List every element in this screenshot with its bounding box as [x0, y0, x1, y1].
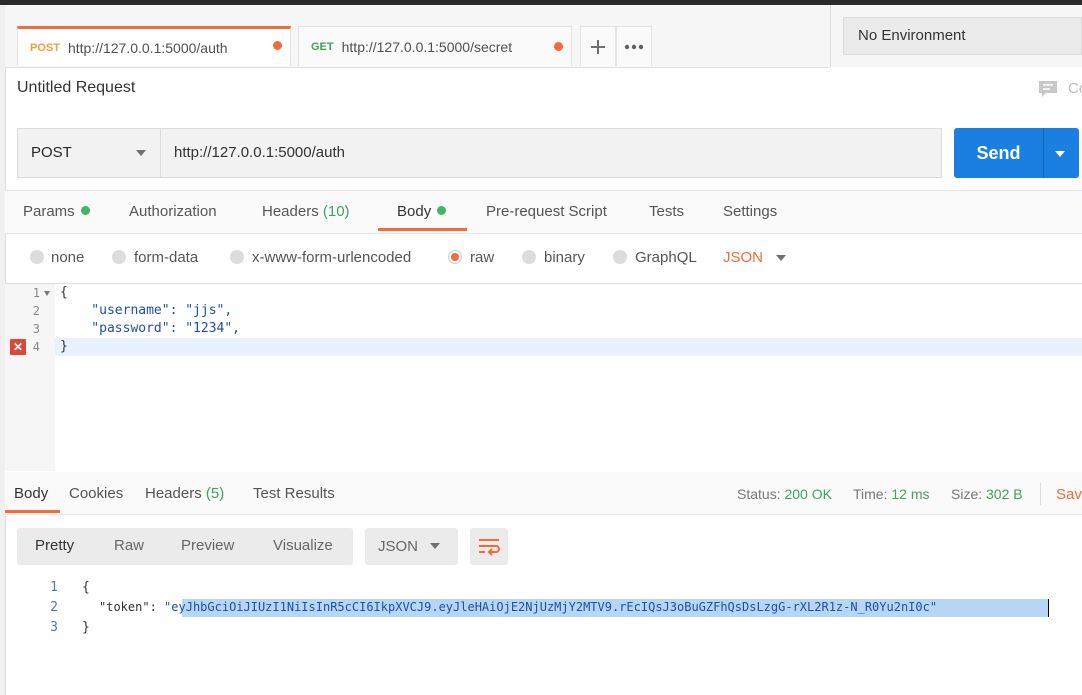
ellipsis-icon [624, 44, 644, 49]
chevron-down-icon [1055, 151, 1065, 157]
code-line: } [60, 339, 68, 354]
radio-form-data[interactable] [112, 250, 126, 264]
text-cursor [1048, 599, 1049, 617]
tab-authorization[interactable]: Authorization [129, 203, 217, 220]
status-dot-icon [80, 206, 90, 215]
active-tab-indicator [378, 228, 467, 231]
time-label: Time: [853, 486, 888, 502]
radio-form-data-label[interactable]: form-data [134, 249, 198, 266]
headers-count: (5) [205, 485, 225, 502]
unsaved-dot-icon [273, 41, 282, 50]
tab-url: http://127.0.0.1:5000/secret [341, 38, 513, 55]
line-number: 1 [32, 286, 40, 300]
plus-icon [591, 39, 605, 54]
line-number: 2 [50, 600, 58, 615]
tab-label: Body [397, 203, 432, 220]
chevron-down-icon [430, 543, 440, 549]
code-line: "password": "1234", [60, 321, 241, 336]
status-value: 200 OK [784, 486, 832, 502]
response-tab-test-results[interactable]: Test Results [253, 485, 335, 502]
divider [1040, 483, 1041, 505]
environment-select[interactable]: No Environment [843, 17, 1082, 55]
json-close-brace: } [82, 620, 90, 635]
tab-url: http://127.0.0.1:5000/auth [67, 39, 228, 56]
response-format-select[interactable]: JSON [365, 528, 458, 565]
response-tab-cookies[interactable]: Cookies [69, 485, 123, 502]
save-response-button[interactable]: Save [1056, 486, 1082, 503]
tab-label: Headers [262, 203, 319, 220]
line-number: 2 [32, 304, 40, 318]
tab-label: Params [23, 203, 75, 220]
comments-label[interactable]: Co [1068, 80, 1082, 97]
view-preview-button[interactable]: Preview [181, 537, 234, 554]
active-tab-indicator [5, 510, 60, 513]
send-button[interactable]: Send [954, 128, 1043, 178]
json-colon: : [149, 600, 165, 614]
chevron-down-icon[interactable] [776, 255, 786, 261]
line-number: 3 [32, 322, 40, 336]
view-visualize-button[interactable]: Visualize [273, 537, 333, 554]
tab-method: GET [311, 40, 334, 53]
radio-urlencoded[interactable] [230, 250, 244, 264]
view-pretty-button[interactable]: Pretty [35, 537, 74, 554]
tab-params[interactable]: Params [23, 203, 90, 220]
response-tab-body[interactable]: Body [14, 485, 48, 502]
radio-none[interactable] [30, 250, 44, 264]
tab-headers[interactable]: Headers (10) [262, 203, 350, 220]
comment-icon[interactable] [1038, 80, 1058, 98]
error-icon: ✕ [10, 339, 26, 355]
view-raw-button[interactable]: Raw [114, 537, 144, 554]
radio-graphql-label[interactable]: GraphQL [635, 249, 697, 266]
token-line[interactable]: "token": "eyJhbGciOiJIUzI1NiIsInR5cCI6Ik… [99, 600, 937, 614]
response-tab-headers[interactable]: Headers (5) [145, 485, 224, 502]
status-dot-icon [437, 206, 447, 215]
radio-graphql[interactable] [613, 250, 627, 264]
size-label: Size: [951, 486, 983, 502]
tab-post-auth[interactable]: POST http://127.0.0.1:5000/auth [17, 26, 291, 66]
time-info: Time: 12 ms [853, 486, 930, 502]
radio-urlencoded-label[interactable]: x-www-form-urlencoded [252, 249, 411, 266]
status-info: Status: 200 OK [737, 486, 832, 502]
tab-method: POST [30, 41, 60, 54]
radio-raw[interactable] [448, 250, 462, 264]
chevron-down-icon [136, 150, 146, 156]
active-line-highlight [55, 338, 1082, 356]
url-input[interactable]: http://127.0.0.1:5000/auth [160, 128, 942, 178]
code-line: { [60, 285, 68, 300]
size-info: Size: 302 B [951, 486, 1023, 502]
unsaved-dot-icon [554, 42, 563, 51]
tab-pre-request-script[interactable]: Pre-request Script [486, 203, 607, 220]
tab-label: Headers [145, 485, 202, 502]
time-value: 12 ms [891, 486, 930, 502]
new-tab-button[interactable] [580, 26, 616, 66]
tab-body[interactable]: Body [397, 203, 447, 220]
radio-binary-label[interactable]: binary [544, 249, 585, 266]
tab-settings[interactable]: Settings [723, 203, 777, 220]
line-number: 1 [50, 580, 58, 595]
radio-binary[interactable] [522, 250, 536, 264]
json-open-brace: { [82, 580, 90, 595]
radio-none-label[interactable]: none [51, 249, 84, 266]
size-value: 302 B [986, 486, 1023, 502]
status-label: Status: [737, 486, 781, 502]
wrap-lines-icon [479, 539, 500, 556]
fold-icon[interactable] [44, 291, 50, 296]
json-key: "token" [99, 600, 150, 614]
more-tabs-button[interactable] [616, 26, 652, 66]
body-format-select[interactable]: JSON [723, 249, 763, 266]
radio-raw-label[interactable]: raw [470, 249, 494, 266]
tab-get-secret[interactable]: GET http://127.0.0.1:5000/secret [298, 26, 572, 66]
code-line: "username": "jjs", [60, 303, 233, 318]
wrap-lines-button[interactable] [470, 528, 508, 565]
token-value[interactable]: eyJhbGciOiJIUzI1NiIsInR5cCI6IkpXVCJ9.eyJ… [171, 600, 930, 614]
headers-count: (10) [322, 203, 350, 220]
line-number: 3 [50, 620, 58, 635]
request-title[interactable]: Untitled Request [17, 79, 135, 97]
tab-tests[interactable]: Tests [649, 203, 684, 220]
line-number: 4 [32, 340, 40, 354]
